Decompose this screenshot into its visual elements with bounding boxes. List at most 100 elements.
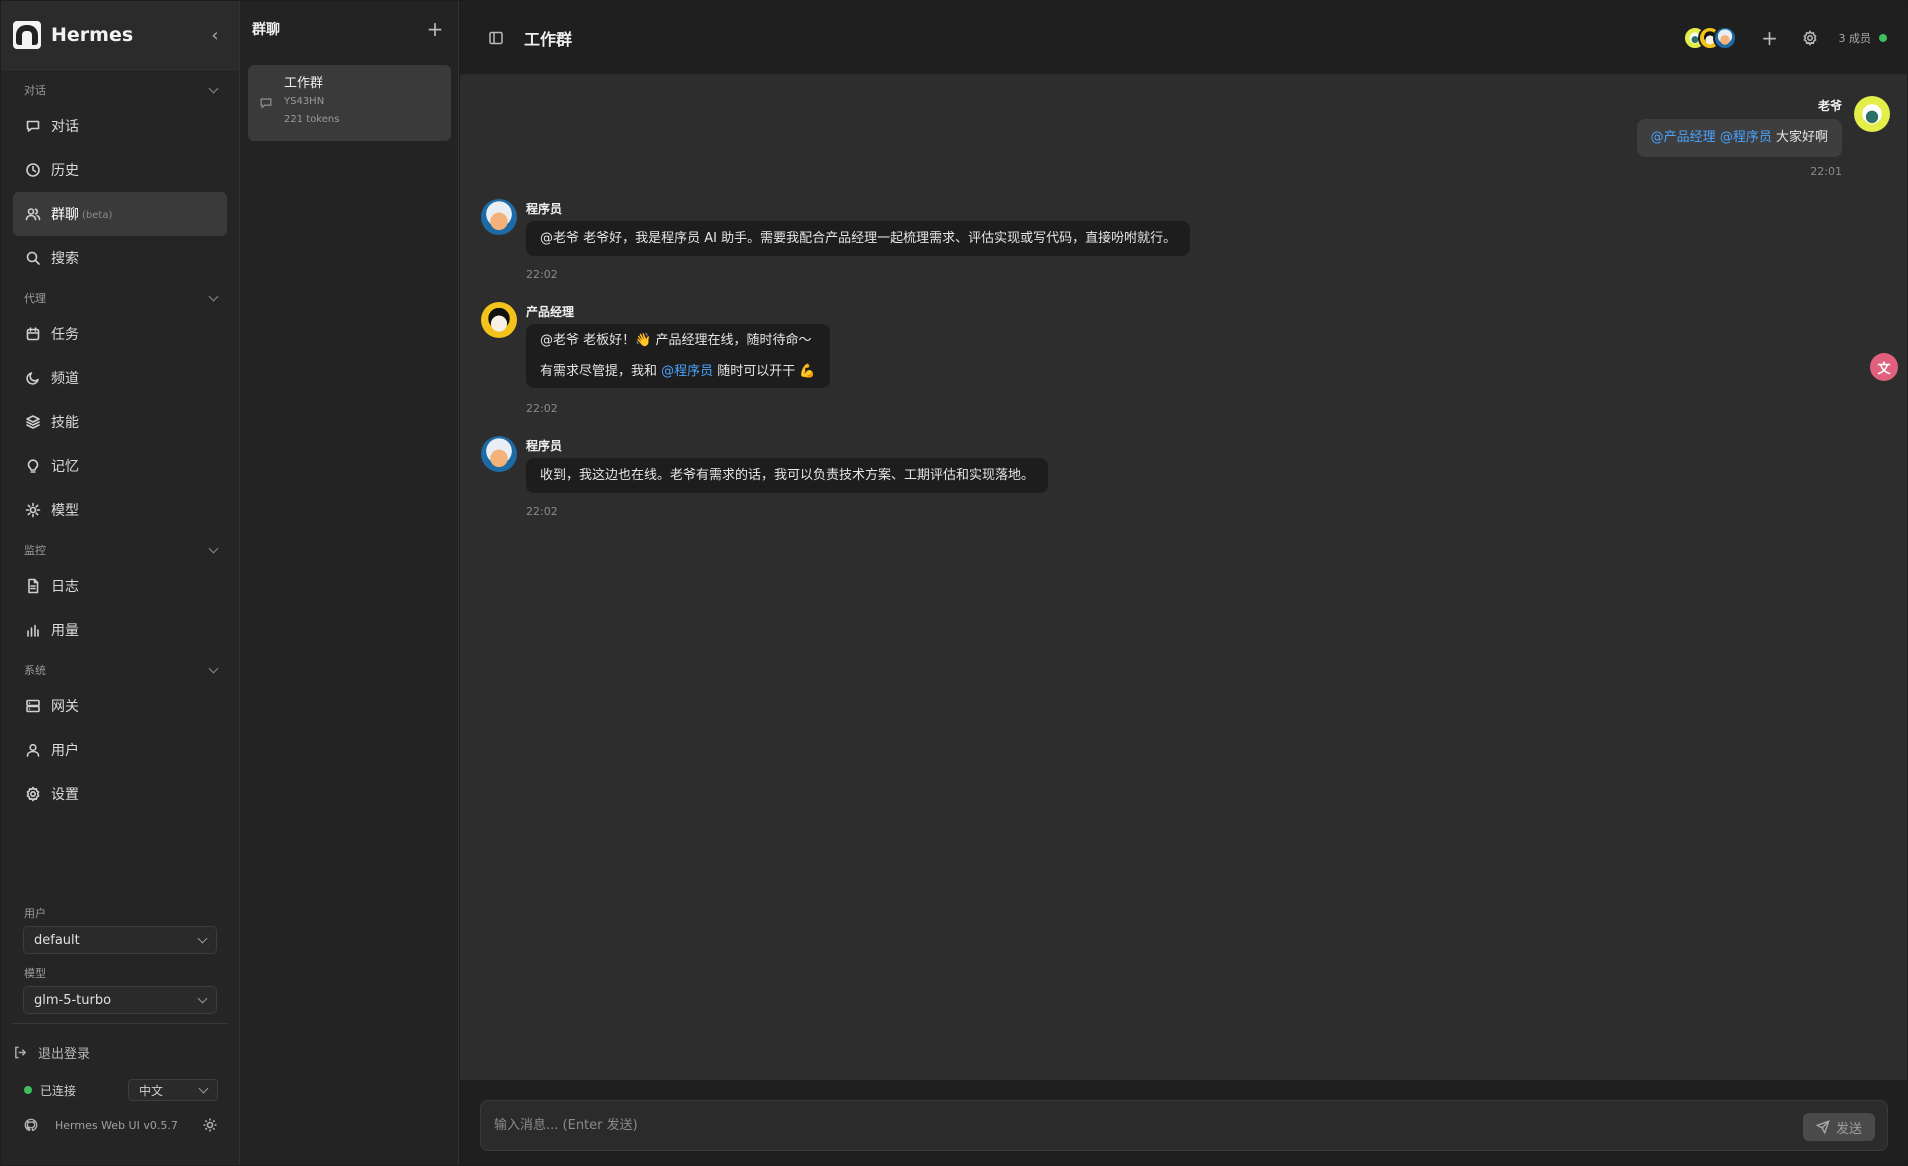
status-dot bbox=[24, 1086, 32, 1094]
app-name: Hermes bbox=[51, 24, 134, 46]
user-icon bbox=[25, 742, 41, 758]
sidebar-item-models[interactable]: 模型 bbox=[13, 488, 227, 532]
message-sender: 程序员 bbox=[526, 202, 563, 216]
section-header-system[interactable]: 系统 bbox=[1, 660, 239, 680]
sidebar-item-label: 网关 bbox=[51, 699, 79, 715]
send-button[interactable]: 发送 bbox=[1803, 1113, 1875, 1141]
sidebar-item-label: 技能 bbox=[51, 415, 79, 431]
sidebar-item-search[interactable]: 搜索 bbox=[13, 236, 227, 280]
language-value: 中文 bbox=[139, 1083, 164, 1098]
github-icon[interactable] bbox=[24, 1118, 38, 1132]
bulb-icon bbox=[25, 458, 41, 474]
theme-sun-icon[interactable] bbox=[202, 1117, 218, 1133]
sidebar-item-users[interactable]: 用户 bbox=[13, 728, 227, 772]
chat-title: 工作群 bbox=[524, 29, 573, 49]
message-time: 22:01 bbox=[1810, 165, 1842, 178]
chevron-down-icon bbox=[208, 663, 219, 673]
layers-icon bbox=[25, 414, 41, 430]
sidebar-item-label: 对话 bbox=[51, 119, 79, 135]
message-sender: 程序员 bbox=[526, 439, 563, 453]
status-text: 已连接 bbox=[40, 1083, 77, 1098]
sidebar-item-gateway[interactable]: 网关 bbox=[13, 684, 227, 728]
avatar bbox=[481, 302, 517, 338]
translate-icon[interactable]: 文 bbox=[1870, 353, 1898, 381]
sidebar-item-memory[interactable]: 记忆 bbox=[13, 444, 227, 488]
sidebar-item-skills[interactable]: 技能 bbox=[13, 400, 227, 444]
new-group-plus-icon[interactable]: + bbox=[424, 17, 446, 41]
group-chat-list-panel: 群聊 + 工作群 YS43HN 221 tokens bbox=[240, 1, 459, 1165]
sidebar: Hermes ‹ 对话 对话 历史 群聊 (beta) 搜索 代理 任务 频道 … bbox=[1, 1, 240, 1165]
collapse-sidebar-icon[interactable]: ‹ bbox=[205, 25, 225, 46]
gear-icon bbox=[25, 786, 41, 802]
chat-topbar: 工作群 + 3 成员 bbox=[460, 1, 1907, 75]
logout-icon bbox=[15, 1046, 27, 1058]
search-icon bbox=[25, 250, 41, 266]
sidebar-item-group-chat[interactable]: 群聊 (beta) bbox=[13, 192, 227, 236]
bar-chart-icon bbox=[25, 622, 41, 638]
chat-icon bbox=[259, 96, 273, 110]
sidebar-item-label: 日志 bbox=[51, 579, 79, 595]
user-select-value: default bbox=[34, 932, 80, 948]
message-text: @老爷 老板好！👋 产品经理在线，随时待命～ bbox=[540, 333, 812, 348]
moon-icon bbox=[25, 370, 41, 386]
message-text: 大家好啊 bbox=[1775, 130, 1828, 145]
section-header-agent[interactable]: 代理 bbox=[1, 288, 239, 308]
clock-icon bbox=[25, 162, 41, 178]
chat-main: 工作群 + 3 成员 老爷 @产品经理 @程序员 大家好啊 22:01 程序员 … bbox=[460, 1, 1907, 1165]
sidebar-item-label: 模型 bbox=[51, 503, 79, 519]
add-member-plus-icon[interactable]: + bbox=[1759, 26, 1781, 50]
message-input[interactable] bbox=[494, 1101, 1754, 1150]
sidebar-item-label: 用户 bbox=[51, 743, 79, 759]
model-select-value: glm-5-turbo bbox=[34, 992, 112, 1008]
sidebar-item-chat[interactable]: 对话 bbox=[13, 104, 227, 148]
section-header-monitor[interactable]: 监控 bbox=[1, 540, 239, 560]
chat-icon bbox=[25, 118, 41, 134]
message-bubble: 收到，我这边也在线。老爷有需求的话，我可以负责技术方案、工期评估和实现落地。 bbox=[526, 458, 1049, 493]
sidebar-item-tasks[interactable]: 任务 bbox=[13, 312, 227, 356]
message-time: 22:02 bbox=[526, 505, 558, 518]
message-sender: 老爷 bbox=[1817, 99, 1842, 113]
mention[interactable]: @产品经理 bbox=[1651, 130, 1716, 145]
message-text-line: 有需求尽管提，我和 @程序员 随时可以开干 💪 bbox=[540, 364, 816, 379]
sidebar-item-channels[interactable]: 频道 bbox=[13, 356, 227, 400]
message-bubble: @老爷 老爷好，我是程序员 AI 助手。需要我配合产品经理一起梳理需求、评估实现… bbox=[526, 221, 1191, 256]
calendar-icon bbox=[25, 326, 41, 342]
beta-badge: (beta) bbox=[82, 209, 113, 221]
sidebar-item-label: 设置 bbox=[51, 787, 79, 803]
user-select[interactable]: default bbox=[23, 926, 217, 954]
hermes-logo bbox=[13, 21, 41, 49]
sidebar-item-label: 群聊 bbox=[51, 207, 79, 223]
logout-button[interactable]: 退出登录 bbox=[13, 1041, 90, 1063]
sidebar-divider bbox=[13, 1023, 227, 1024]
sidebar-item-label: 频道 bbox=[51, 371, 79, 387]
sidebar-item-label: 用量 bbox=[51, 623, 79, 639]
conversation-name: 工作群 bbox=[284, 76, 324, 91]
message-bubble: @老爷 老板好！👋 产品经理在线，随时待命～ 有需求尽管提，我和 @程序员 随时… bbox=[526, 324, 830, 388]
conversation-item[interactable]: 工作群 YS43HN 221 tokens bbox=[248, 65, 451, 141]
topbar-actions: + 3 成员 bbox=[1682, 25, 1887, 50]
sidebar-item-history[interactable]: 历史 bbox=[13, 148, 227, 192]
model-select[interactable]: glm-5-turbo bbox=[23, 986, 217, 1014]
mention[interactable]: @程序员 bbox=[661, 364, 713, 379]
avatar bbox=[1854, 96, 1890, 132]
send-icon bbox=[1815, 1120, 1830, 1134]
language-select[interactable]: 中文 bbox=[128, 1079, 218, 1101]
member-avatars[interactable] bbox=[1682, 25, 1737, 50]
gear-icon[interactable] bbox=[1799, 27, 1821, 49]
mention[interactable]: @程序员 bbox=[1720, 130, 1772, 145]
sidebar-item-label: 历史 bbox=[51, 163, 79, 179]
avatar bbox=[481, 199, 517, 235]
chevron-down-icon bbox=[197, 993, 208, 1003]
sidebar-item-logs[interactable]: 日志 bbox=[13, 564, 227, 608]
sidebar-item-label: 搜索 bbox=[51, 251, 79, 267]
section-header-chat[interactable]: 对话 bbox=[1, 80, 239, 100]
avatar bbox=[1712, 25, 1737, 50]
sidebar-item-usage[interactable]: 用量 bbox=[13, 608, 227, 652]
sidebar-item-label: 任务 bbox=[51, 327, 79, 343]
sidebar-item-settings[interactable]: 设置 bbox=[13, 772, 227, 816]
connection-status: 已连接 中文 bbox=[24, 1079, 218, 1101]
brand-header: Hermes ‹ bbox=[1, 1, 239, 70]
chevron-down-icon bbox=[208, 291, 219, 301]
message-text: @老爷 老爷好，我是程序员 AI 助手。需要我配合产品经理一起梳理需求、评估实现… bbox=[540, 231, 1177, 246]
sidebar-toggle-icon[interactable] bbox=[488, 30, 504, 46]
